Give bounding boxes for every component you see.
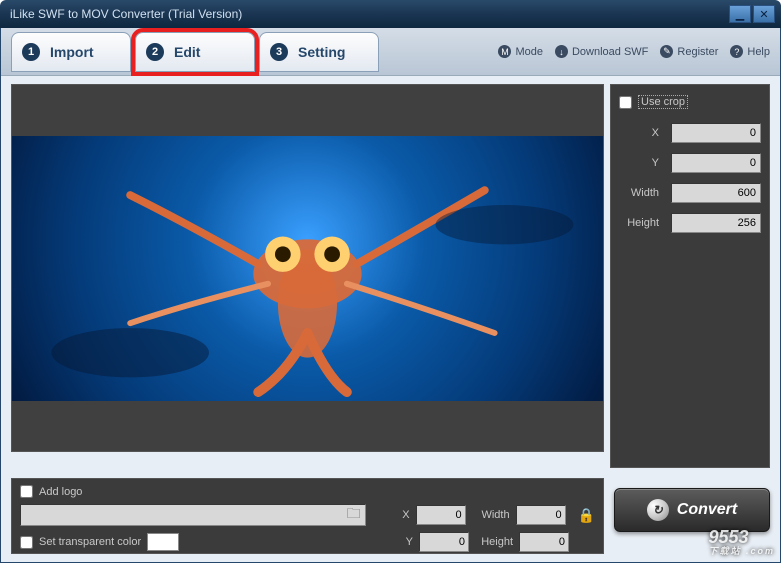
transparent-color-label: Set transparent color xyxy=(39,536,141,548)
crop-height-label: Height xyxy=(619,217,659,229)
download-icon: ↓ xyxy=(555,45,568,58)
main-area: Use crop X Y Width Height xyxy=(1,76,780,472)
convert-column: ↻ Convert xyxy=(614,478,770,554)
logo-panel: Add logo 🗀 X Width 🔒 Set transparent col… xyxy=(11,478,604,554)
menu-download-swf[interactable]: ↓Download SWF xyxy=(555,45,648,58)
tab-edit-label: Edit xyxy=(174,44,200,60)
tab-setting-label: Setting xyxy=(298,44,345,60)
convert-icon: ↻ xyxy=(647,499,669,521)
browse-folder-icon[interactable]: 🗀 xyxy=(347,503,361,527)
transparent-color-checkbox[interactable] xyxy=(20,536,33,549)
crop-y-input[interactable] xyxy=(671,153,761,173)
preview-panel xyxy=(11,84,604,452)
transparent-color-swatch[interactable] xyxy=(147,533,179,551)
crop-x-input[interactable] xyxy=(671,123,761,143)
logo-width-label: Width xyxy=(474,509,510,521)
menu-help[interactable]: ?Help xyxy=(730,45,770,58)
tab-bar: 1 Import 2 Edit 3 Setting MMode ↓Downloa… xyxy=(1,28,780,76)
logo-y-input[interactable] xyxy=(419,532,469,552)
title-bar: iLike SWF to MOV Converter (Trial Versio… xyxy=(0,0,781,28)
menu-register[interactable]: ✎Register xyxy=(660,45,718,58)
tab-import-number: 1 xyxy=(22,43,40,61)
app-frame: 1 Import 2 Edit 3 Setting MMode ↓Downloa… xyxy=(0,28,781,563)
register-icon: ✎ xyxy=(660,45,673,58)
logo-x-input[interactable] xyxy=(416,505,466,525)
convert-button[interactable]: ↻ Convert xyxy=(614,488,770,532)
crop-y-label: Y xyxy=(619,157,659,169)
add-logo-label: Add logo xyxy=(39,486,82,498)
bottom-area: Add logo 🗀 X Width 🔒 Set transparent col… xyxy=(1,472,780,562)
crop-height-input[interactable] xyxy=(671,213,761,233)
tab-import[interactable]: 1 Import xyxy=(11,32,131,72)
window-title: iLike SWF to MOV Converter (Trial Versio… xyxy=(10,7,242,21)
close-button[interactable] xyxy=(753,5,775,23)
tab-edit-number: 2 xyxy=(146,43,164,61)
add-logo-checkbox[interactable] xyxy=(20,485,33,498)
logo-height-label: Height xyxy=(477,536,513,548)
crop-panel: Use crop X Y Width Height xyxy=(610,84,770,468)
logo-x-label: X xyxy=(374,509,410,521)
aspect-lock-icon[interactable]: 🔒 xyxy=(578,507,595,524)
use-crop-checkbox[interactable] xyxy=(619,96,632,109)
convert-label: Convert xyxy=(677,501,737,519)
tab-import-label: Import xyxy=(50,44,94,60)
tab-setting[interactable]: 3 Setting xyxy=(259,32,379,72)
logo-y-label: Y xyxy=(377,536,413,548)
tab-setting-number: 3 xyxy=(270,43,288,61)
menu-mode[interactable]: MMode xyxy=(498,45,543,58)
help-icon: ? xyxy=(730,45,743,58)
preview-column xyxy=(11,84,604,468)
mode-icon: M xyxy=(498,45,511,58)
window-buttons xyxy=(729,5,775,23)
logo-width-input[interactable] xyxy=(516,505,566,525)
crop-width-input[interactable] xyxy=(671,183,761,203)
crop-x-label: X xyxy=(619,127,659,139)
logo-path-input[interactable]: 🗀 xyxy=(20,504,366,526)
logo-height-input[interactable] xyxy=(519,532,569,552)
preview-artwork xyxy=(12,136,603,397)
use-crop-label: Use crop xyxy=(638,95,688,109)
minimize-button[interactable] xyxy=(729,5,751,23)
menu-links: MMode ↓Download SWF ✎Register ?Help xyxy=(498,45,770,58)
crop-width-label: Width xyxy=(619,187,659,199)
preview-image xyxy=(12,136,603,401)
tab-edit[interactable]: 2 Edit xyxy=(135,32,255,72)
